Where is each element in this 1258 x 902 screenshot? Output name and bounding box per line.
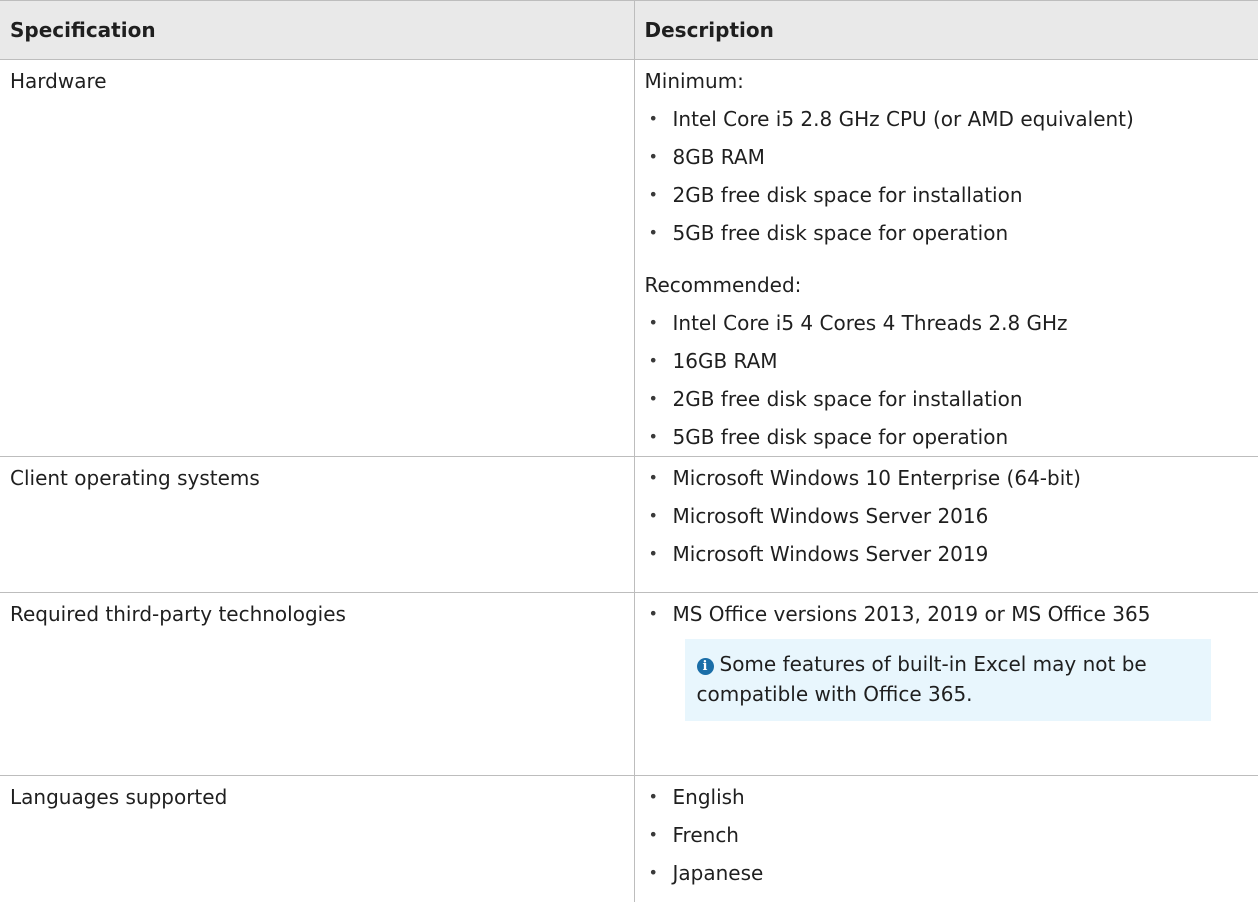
bullet-icon: •	[649, 418, 658, 456]
list-item: •Microsoft Windows 10 Enterprise (64-bit…	[645, 459, 1258, 497]
info-icon: i	[697, 658, 714, 675]
list-item: •8GB RAM	[645, 138, 1258, 176]
list-item: •2GB free disk space for installation	[645, 380, 1258, 418]
spec-languages: Languages supported	[0, 776, 634, 902]
minimum-label: Minimum:	[645, 62, 1258, 100]
list-item: •English	[645, 778, 1258, 816]
header-specification: Specification	[0, 1, 634, 60]
list-item: •MS Office versions 2013, 2019 or MS Off…	[645, 595, 1258, 633]
list-item: •Intel Core i5 2.8 GHz CPU (or AMD equiv…	[645, 100, 1258, 138]
bullet-icon: •	[649, 854, 658, 892]
specifications-table: Specification Description Hardware Minim…	[0, 0, 1258, 902]
recommended-list: •Intel Core i5 4 Cores 4 Threads 2.8 GHz…	[645, 304, 1258, 456]
list-item: •Microsoft Windows Server 2019	[645, 535, 1258, 573]
spec-client-os: Client operating systems	[0, 457, 634, 593]
bullet-icon: •	[649, 342, 658, 380]
info-note: iSome features of built-in Excel may not…	[685, 639, 1211, 721]
bullet-icon: •	[649, 100, 658, 138]
spec-hardware: Hardware	[0, 60, 634, 457]
list-item: •5GB free disk space for operation	[645, 418, 1258, 456]
table-row: Client operating systems •Microsoft Wind…	[0, 457, 1258, 593]
list-item: •2GB free disk space for installation	[645, 176, 1258, 214]
list-item: •5GB free disk space for operation	[645, 214, 1258, 252]
header-description: Description	[634, 1, 1258, 60]
list-item: •Microsoft Windows Server 2016	[645, 497, 1258, 535]
description-hardware: Minimum: •Intel Core i5 2.8 GHz CPU (or …	[634, 60, 1258, 457]
bullet-icon: •	[649, 214, 658, 252]
table-header-row: Specification Description	[0, 1, 1258, 60]
description-languages: •English •French •Japanese	[634, 776, 1258, 902]
bullet-icon: •	[649, 535, 658, 573]
table-row: Required third-party technologies •MS Of…	[0, 593, 1258, 776]
table-row: Languages supported •English •French •Ja…	[0, 776, 1258, 902]
list-item: •16GB RAM	[645, 342, 1258, 380]
bullet-icon: •	[649, 816, 658, 854]
list-item: •French	[645, 816, 1258, 854]
bullet-icon: •	[649, 176, 658, 214]
languages-list: •English •French •Japanese	[645, 778, 1258, 892]
recommended-label: Recommended:	[645, 266, 1258, 304]
info-note-text: Some features of built-in Excel may not …	[697, 652, 1147, 706]
client-os-list: •Microsoft Windows 10 Enterprise (64-bit…	[645, 459, 1258, 573]
minimum-list: •Intel Core i5 2.8 GHz CPU (or AMD equiv…	[645, 100, 1258, 252]
list-item: •Intel Core i5 4 Cores 4 Threads 2.8 GHz	[645, 304, 1258, 342]
table-row: Hardware Minimum: •Intel Core i5 2.8 GHz…	[0, 60, 1258, 457]
description-third-party: •MS Office versions 2013, 2019 or MS Off…	[634, 593, 1258, 776]
list-item: •Japanese	[645, 854, 1258, 892]
bullet-icon: •	[649, 778, 658, 816]
spec-third-party: Required third-party technologies	[0, 593, 634, 776]
bullet-icon: •	[649, 304, 658, 342]
bullet-icon: •	[649, 380, 658, 418]
bullet-icon: •	[649, 497, 658, 535]
bullet-icon: •	[649, 459, 658, 497]
bullet-icon: •	[649, 138, 658, 176]
bullet-icon: •	[649, 595, 658, 633]
description-client-os: •Microsoft Windows 10 Enterprise (64-bit…	[634, 457, 1258, 593]
third-party-list: •MS Office versions 2013, 2019 or MS Off…	[645, 595, 1258, 633]
